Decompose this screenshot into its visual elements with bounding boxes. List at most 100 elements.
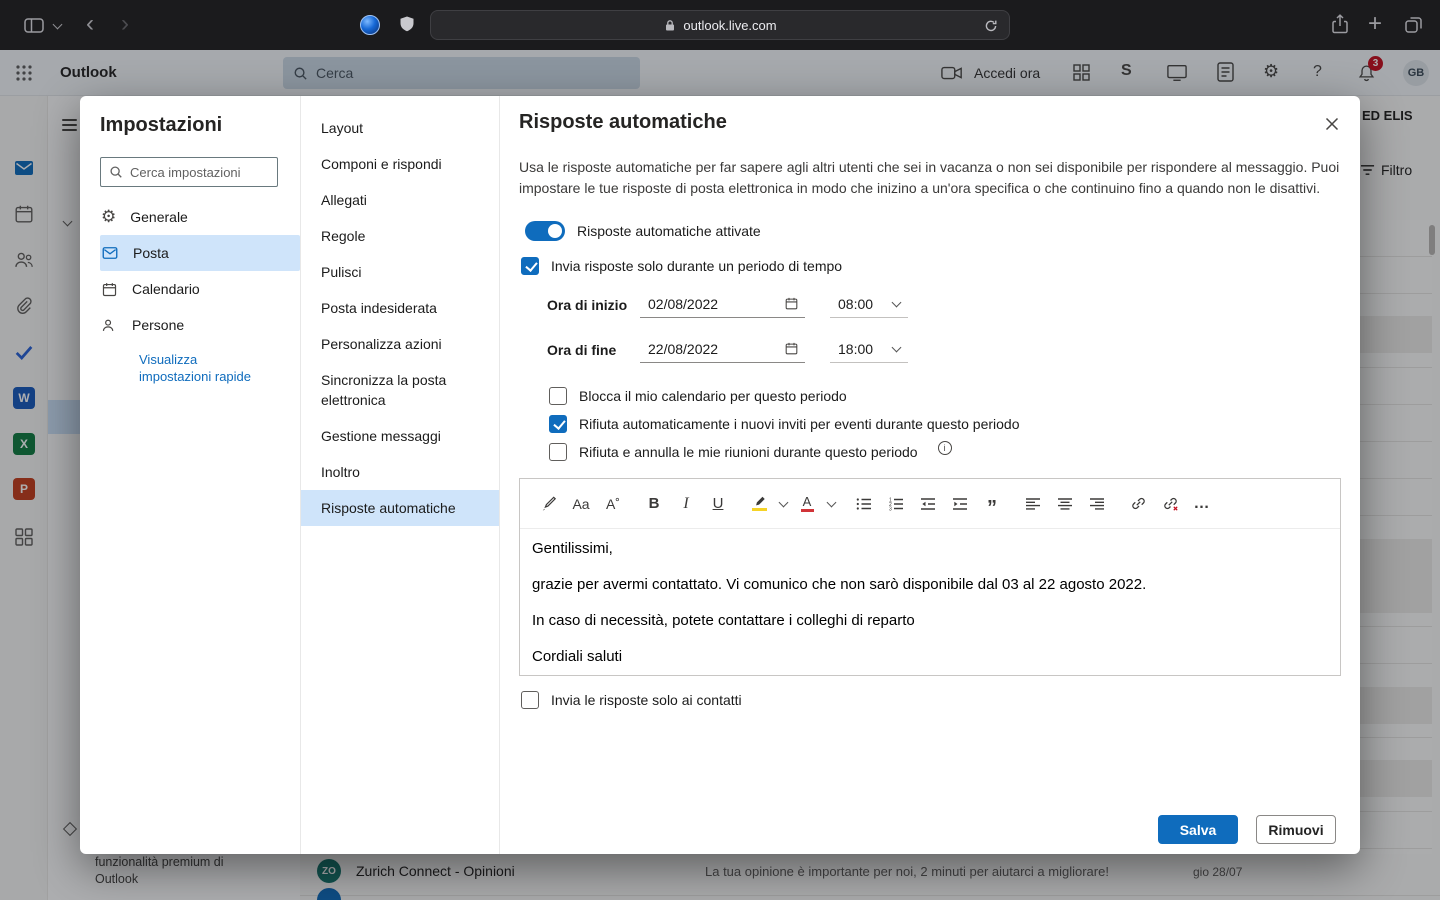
end-date-field[interactable]: 22/08/2022	[640, 335, 805, 363]
bold-button[interactable]: B	[639, 488, 669, 520]
automatic-replies-toggle-row: Risposte automatiche attivate	[525, 221, 761, 241]
font-size-icon[interactable]: A˚	[598, 488, 628, 520]
more-options-button[interactable]: …	[1187, 488, 1217, 520]
search-icon	[109, 165, 123, 179]
gear-icon: ⚙	[101, 207, 116, 227]
format-painter-icon[interactable]	[534, 488, 564, 520]
editor-content[interactable]: Gentilissimi, grazie per avermi contatta…	[520, 529, 1340, 667]
unlink-button[interactable]	[1155, 488, 1185, 520]
settings-categories: Layout Componi e rispondi Allegati Regol…	[300, 96, 500, 854]
period-label: Invia risposte solo durante un periodo d…	[551, 258, 842, 274]
settings-nav-people[interactable]: Persone	[100, 307, 300, 343]
browser-toolbar: ‹ › outlook.live.com +	[0, 0, 1440, 50]
highlight-dropdown-chevron-icon[interactable]	[776, 488, 790, 520]
end-time-value: 18:00	[838, 341, 873, 357]
editor-toolbar: Aa A˚ B I U A	[520, 479, 1340, 529]
category-junk[interactable]: Posta indesiderata	[301, 290, 499, 326]
calendar-icon	[784, 296, 799, 311]
calendar-icon	[784, 341, 799, 356]
settings-nav-mail[interactable]: Posta	[100, 235, 300, 271]
link-button[interactable]	[1123, 488, 1153, 520]
screen: ‹ › outlook.live.com +	[0, 0, 1440, 900]
extension-icon[interactable]	[360, 15, 380, 35]
sidebar-chevron-icon[interactable]	[53, 20, 63, 30]
numbered-list-button[interactable]: 123	[881, 488, 911, 520]
calendar-icon	[101, 281, 118, 298]
automatic-replies-toggle[interactable]	[525, 221, 565, 241]
editor-line: Gentilissimi,	[532, 539, 1340, 559]
mail-icon	[101, 244, 119, 262]
highlight-button[interactable]	[744, 488, 774, 520]
sidebar-toggle-icon[interactable]	[24, 18, 44, 33]
editor-line: In caso di necessità, potete contattare …	[532, 611, 1340, 631]
remove-button[interactable]: Rimuovi	[1256, 815, 1336, 844]
automatic-replies-panel: Risposte automatiche Usa le risposte aut…	[500, 96, 1360, 854]
tab-overview-icon[interactable]	[1404, 15, 1423, 34]
block-calendar-checkbox[interactable]	[549, 387, 567, 405]
settings-title: Impostazioni	[100, 114, 300, 137]
period-checkbox[interactable]	[521, 257, 539, 275]
contacts-only-checkbox[interactable]	[521, 691, 539, 709]
category-attachments[interactable]: Allegati	[301, 182, 499, 218]
save-button[interactable]: Salva	[1158, 815, 1238, 844]
editor-line: Cordiali saluti	[532, 647, 1340, 667]
panel-description: Usa le risposte automatiche per far sape…	[519, 157, 1343, 199]
address-bar[interactable]: outlook.live.com	[430, 10, 1010, 40]
new-tab-icon[interactable]: +	[1368, 13, 1382, 35]
quick-settings-link[interactable]: Visualizza impostazioni rapide	[139, 351, 271, 385]
category-layout[interactable]: Layout	[301, 110, 499, 146]
period-checkbox-row: Invia risposte solo durante un periodo d…	[521, 257, 842, 275]
cancel-meetings-checkbox[interactable]	[549, 443, 567, 461]
start-label: Ora di inizio	[547, 297, 627, 313]
underline-button[interactable]: U	[703, 488, 733, 520]
nav-item-label: Persone	[132, 317, 184, 333]
chevron-down-icon	[892, 342, 902, 352]
quote-button[interactable]: ”	[977, 488, 1007, 520]
align-left-button[interactable]	[1018, 488, 1048, 520]
reply-editor: Aa A˚ B I U A	[519, 478, 1341, 676]
reload-icon[interactable]	[983, 18, 999, 34]
start-time-value: 08:00	[838, 296, 873, 312]
shield-icon[interactable]	[398, 15, 416, 34]
category-automatic-replies[interactable]: Risposte automatiche	[301, 490, 499, 526]
font-icon[interactable]: Aa	[566, 488, 596, 520]
font-color-dropdown-chevron-icon[interactable]	[824, 488, 838, 520]
outdent-button[interactable]	[913, 488, 943, 520]
share-icon[interactable]	[1330, 13, 1350, 35]
settings-nav-calendar[interactable]: Calendario	[100, 271, 300, 307]
block-calendar-row: Blocca il mio calendario per questo peri…	[549, 387, 847, 405]
start-time-field[interactable]: 08:00	[830, 290, 908, 318]
forward-button[interactable]: ›	[121, 12, 129, 36]
info-icon[interactable]: i	[938, 441, 952, 455]
category-cleanup[interactable]: Pulisci	[301, 254, 499, 290]
back-button[interactable]: ‹	[86, 12, 94, 36]
start-date-value: 02/08/2022	[648, 296, 784, 312]
category-compose[interactable]: Componi e rispondi	[301, 146, 499, 182]
settings-search-box[interactable]	[100, 157, 278, 187]
indent-button[interactable]	[945, 488, 975, 520]
font-color-button[interactable]: A	[792, 488, 822, 520]
option-label: Invia le risposte solo ai contatti	[551, 692, 742, 708]
start-date-field[interactable]: 02/08/2022	[640, 290, 805, 318]
panel-title: Risposte automatiche	[519, 111, 727, 134]
category-message-handling[interactable]: Gestione messaggi	[301, 418, 499, 454]
contacts-only-row: Invia le risposte solo ai contatti	[521, 691, 742, 709]
settings-search-input[interactable]	[130, 165, 269, 180]
option-label: Rifiuta automaticamente i nuovi inviti p…	[579, 416, 1019, 432]
close-button[interactable]	[1320, 112, 1344, 136]
align-right-button[interactable]	[1082, 488, 1112, 520]
align-center-button[interactable]	[1050, 488, 1080, 520]
category-sync[interactable]: Sincronizza la posta elettronica	[301, 362, 499, 418]
italic-button[interactable]: I	[671, 488, 701, 520]
nav-item-label: Calendario	[132, 281, 200, 297]
bullet-list-button[interactable]	[849, 488, 879, 520]
settings-nav-general[interactable]: ⚙ Generale	[100, 199, 300, 235]
nav-item-label: Posta	[133, 245, 169, 261]
decline-invites-checkbox[interactable]	[549, 415, 567, 433]
end-time-field[interactable]: 18:00	[830, 335, 908, 363]
category-rules[interactable]: Regole	[301, 218, 499, 254]
settings-nav: Impostazioni ⚙ Generale	[80, 96, 300, 854]
category-forwarding[interactable]: Inoltro	[301, 454, 499, 490]
category-actions[interactable]: Personalizza azioni	[301, 326, 499, 362]
cancel-meetings-row: Rifiuta e annulla le mie riunioni durant…	[549, 443, 952, 461]
